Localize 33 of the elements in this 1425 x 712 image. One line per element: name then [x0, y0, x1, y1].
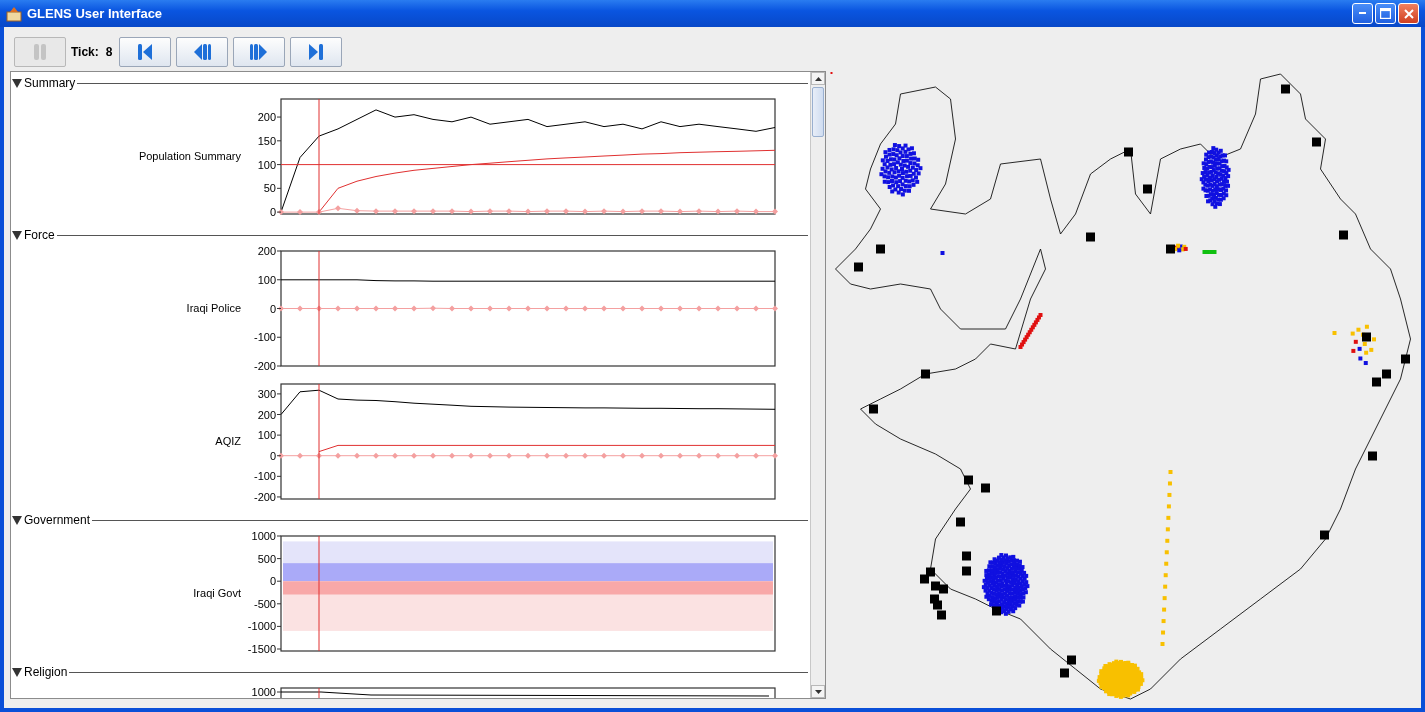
y-tick-label: 150 — [257, 134, 276, 147]
y-tick-label: 1000 — [250, 529, 276, 543]
chart-label: AQIZ — [214, 435, 241, 447]
chart-label: Population Summary — [137, 150, 241, 162]
window-title: GLENS User Interface — [27, 6, 164, 21]
y-tick-label: 200 — [257, 246, 276, 257]
section-title: Government — [24, 513, 92, 527]
y-tick-label: 100 — [257, 429, 276, 442]
chart-label: Iraqi Police — [185, 302, 241, 314]
section-title: Summary — [24, 76, 77, 90]
y-tick-label: 50 — [263, 182, 276, 195]
y-tick-label: -1000 — [246, 619, 276, 634]
section-title: Religion — [24, 665, 69, 679]
section-title: Force — [24, 228, 56, 242]
y-tick-label: 0 — [269, 206, 276, 219]
y-tick-label: -100 — [253, 331, 276, 344]
tick-value: 8 — [105, 45, 113, 59]
y-tick-label: 200 — [257, 408, 276, 421]
y-tick-label: -500 — [252, 596, 276, 611]
y-tick-label: -200 — [253, 360, 276, 371]
y-tick-label: 0 — [269, 302, 276, 315]
y-tick-label: -100 — [253, 470, 276, 483]
y-tick-label: 100 — [257, 158, 276, 171]
y-tick-label: 100 — [257, 273, 276, 286]
y-tick-label: 0 — [269, 449, 276, 462]
y-tick-label: 500 — [256, 551, 276, 566]
tick-label: Tick: — [71, 45, 99, 59]
y-tick-label: 0 — [268, 574, 276, 589]
chart-label: Iraqi Govt — [192, 587, 241, 599]
y-tick-label: -200 — [253, 490, 276, 503]
y-tick-label: 300 — [257, 387, 276, 400]
y-tick-label: 200 — [257, 111, 276, 124]
y-tick-label: -1500 — [246, 642, 276, 656]
